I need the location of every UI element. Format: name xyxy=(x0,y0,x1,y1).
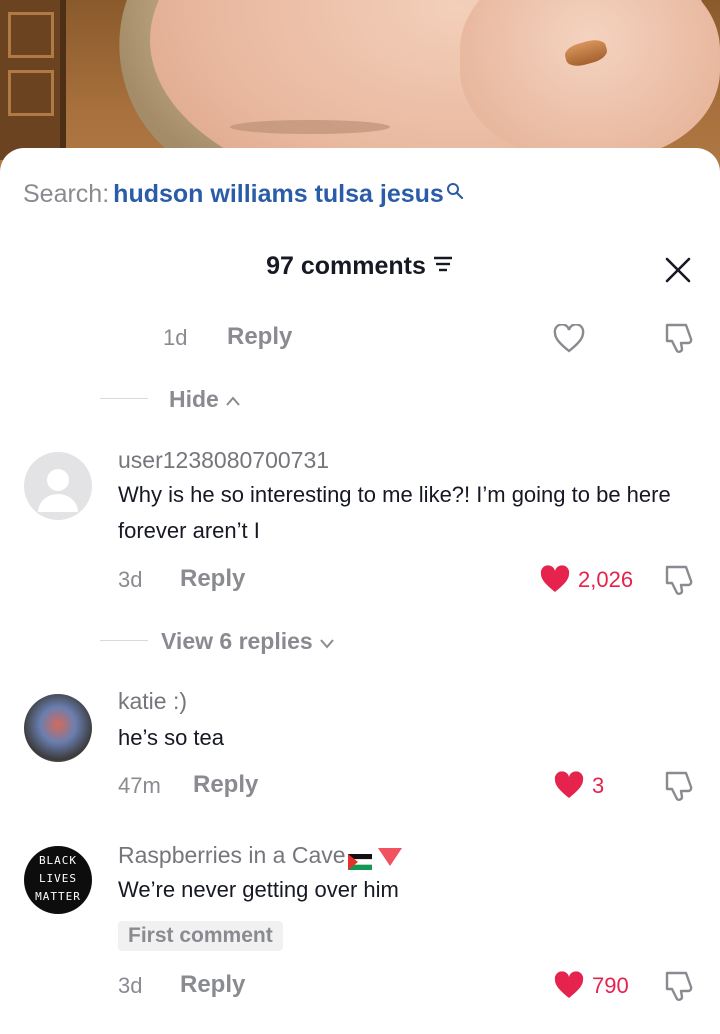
reply-button[interactable]: Reply xyxy=(180,971,245,999)
eyebrow-shape xyxy=(230,120,390,134)
palestine-flag-icon xyxy=(347,849,372,870)
comment-text: We’re never getting over him xyxy=(118,877,399,902)
chevron-down-icon xyxy=(319,628,335,654)
search-query[interactable]: hudson williams tulsa jesus xyxy=(113,180,444,208)
comment-username[interactable]: user1238080700731 xyxy=(118,447,329,474)
dislike-icon[interactable] xyxy=(662,969,696,1003)
avatar-text-line: LIVES xyxy=(38,872,78,885)
divider-line xyxy=(100,398,148,399)
divider-line xyxy=(100,640,148,641)
heart-icon[interactable] xyxy=(553,971,585,1001)
door-decoration xyxy=(0,0,66,160)
dislike-icon[interactable] xyxy=(662,321,696,355)
user-avatar[interactable] xyxy=(24,694,92,762)
dislike-icon[interactable] xyxy=(662,769,696,803)
like-count: 3 xyxy=(592,773,605,798)
comment-age: 1d xyxy=(163,325,188,350)
close-icon[interactable] xyxy=(662,254,694,286)
comment-age: 3d xyxy=(118,973,143,998)
red-triangle-icon xyxy=(377,847,402,866)
hand-shape xyxy=(460,0,720,160)
chevron-up-icon xyxy=(225,386,241,412)
comment-username: Raspberries in a Cave xyxy=(118,842,346,868)
default-avatar-icon[interactable] xyxy=(24,452,92,520)
heart-icon[interactable] xyxy=(539,565,571,595)
hide-replies-button[interactable]: Hide xyxy=(169,386,241,413)
comment-text: Why is he so interesting to me like?! I’… xyxy=(118,482,671,543)
hide-label: Hide xyxy=(169,386,219,412)
search-label: Search: xyxy=(23,180,110,208)
view-replies-label: View 6 replies xyxy=(161,628,313,654)
heart-icon[interactable] xyxy=(553,771,585,801)
comment-username-row[interactable]: Raspberries in a Cave xyxy=(118,842,402,870)
avatar-text-line: MATTER xyxy=(35,890,81,903)
search-suggestion[interactable]: Search: hudson williams tulsa jesus xyxy=(23,180,464,209)
comment-username[interactable]: katie :) xyxy=(118,688,187,715)
dislike-icon[interactable] xyxy=(662,563,696,597)
user-avatar[interactable]: BLACK LIVES MATTER xyxy=(24,846,92,914)
heart-icon[interactable] xyxy=(553,323,585,354)
like-count: 2,026 xyxy=(578,567,634,592)
sort-icon[interactable] xyxy=(432,251,454,280)
reply-button[interactable]: Reply xyxy=(227,323,292,351)
reply-button[interactable]: Reply xyxy=(193,771,258,799)
comment-age: 3d xyxy=(118,567,143,592)
search-icon[interactable] xyxy=(446,178,464,207)
first-comment-badge: First comment xyxy=(118,921,283,951)
comments-header: 97 comments xyxy=(0,252,720,281)
comment-age: 47m xyxy=(118,773,161,798)
view-replies-button[interactable]: View 6 replies xyxy=(161,628,335,655)
reply-button[interactable]: Reply xyxy=(180,565,245,593)
comments-count: 97 comments xyxy=(266,252,426,280)
comment-text: he’s so tea xyxy=(118,725,225,750)
like-count: 790 xyxy=(592,973,629,998)
